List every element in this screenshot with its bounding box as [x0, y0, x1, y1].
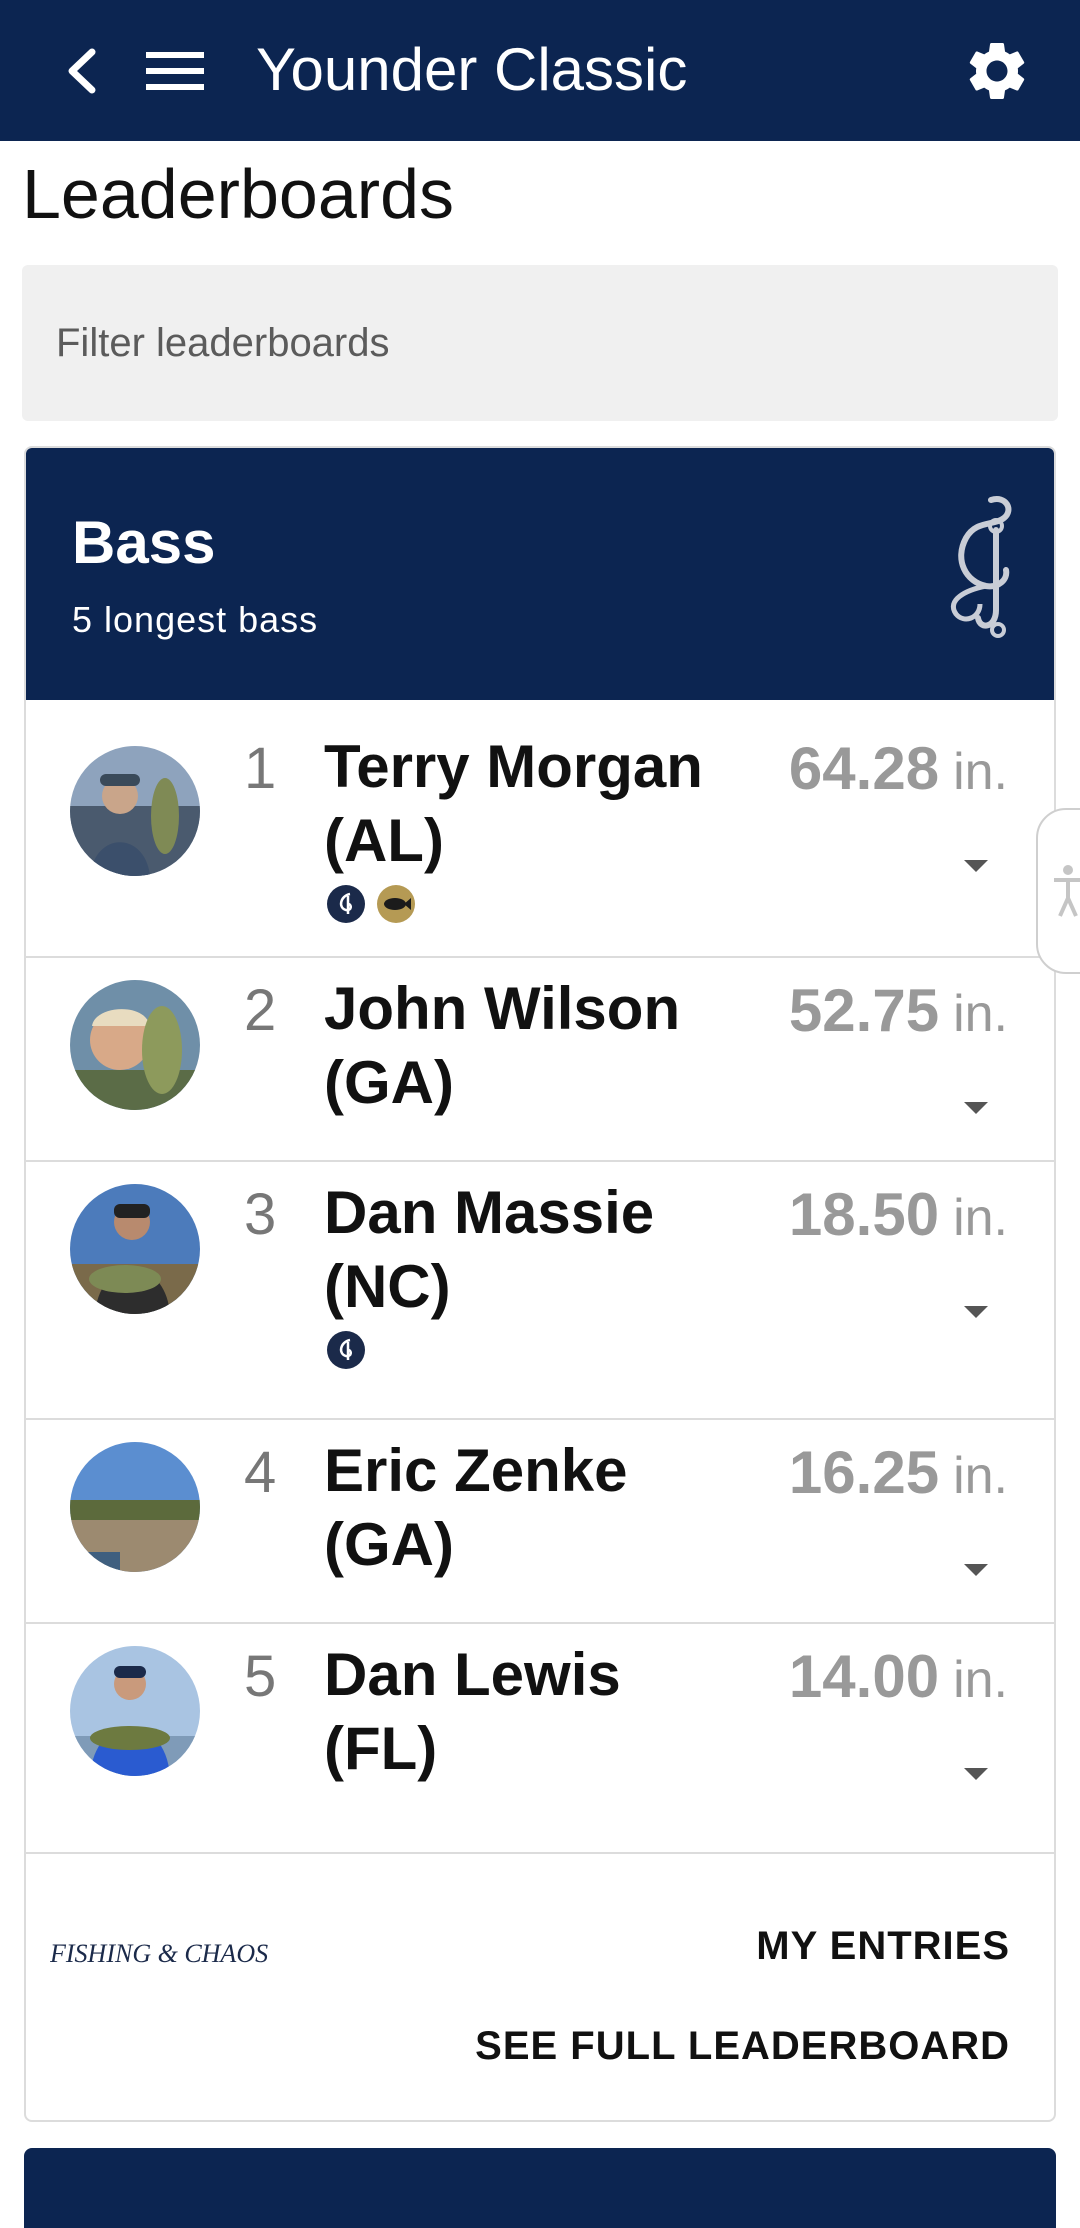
- avatar: [70, 1184, 200, 1314]
- catch-value: 52.75 in.: [789, 976, 1008, 1049]
- catch-value: 14.00 in.: [789, 1642, 1008, 1715]
- leaderboard-row[interactable]: 4 Eric Zenke (GA) 16.25 in.: [26, 1420, 1054, 1624]
- expand-caret-icon[interactable]: [964, 1768, 988, 1780]
- angler-name: Terry Morgan (AL): [324, 733, 703, 874]
- catch-unit: in.: [953, 1189, 1008, 1247]
- next-leaderboard-card-header[interactable]: [24, 2148, 1056, 2228]
- catch-length: 64.28: [788, 735, 940, 802]
- leaderboard-card: Bass 5 longest bass 1 Terry Morgan (AL) …: [24, 446, 1056, 2122]
- fish-badge-icon: [377, 885, 415, 923]
- expand-caret-icon[interactable]: [964, 1564, 988, 1576]
- expand-caret-icon[interactable]: [964, 1102, 988, 1114]
- angler-name: Eric Zenke (GA): [324, 1437, 628, 1578]
- leaderboard-title: Bass: [72, 509, 216, 576]
- page-title: Leaderboards: [22, 155, 454, 233]
- rank: 1: [244, 736, 277, 801]
- see-full-leaderboard-button[interactable]: SEE FULL LEADERBOARD: [475, 2024, 1010, 2069]
- avatar: [70, 980, 200, 1110]
- accessibility-icon: [1054, 865, 1080, 917]
- app-bar: Younder Classic: [0, 0, 1080, 141]
- angler-name: Dan Lewis (FL): [324, 1641, 621, 1782]
- rank: 5: [244, 1644, 277, 1709]
- fishing-chaos-hook-logo-icon: [951, 496, 1012, 638]
- menu-icon[interactable]: [146, 50, 204, 92]
- fc-badge-icon: [327, 1331, 365, 1369]
- catch-unit: in.: [953, 1651, 1008, 1709]
- my-entries-button[interactable]: MY ENTRIES: [756, 1924, 1010, 1969]
- catch-length: 16.25: [788, 1439, 940, 1506]
- angler-name: John Wilson (GA): [324, 975, 681, 1116]
- catch-value: 64.28 in.: [789, 734, 1008, 807]
- fc-badge-icon: [327, 885, 365, 923]
- app-title: Younder Classic: [256, 36, 688, 103]
- avatar: [70, 1442, 200, 1572]
- filter-input[interactable]: [22, 265, 1058, 421]
- avatar: [70, 746, 200, 876]
- catch-unit: in.: [953, 985, 1008, 1043]
- accessibility-tab[interactable]: [1036, 808, 1080, 974]
- avatar: [70, 1646, 200, 1776]
- expand-caret-icon[interactable]: [964, 1306, 988, 1318]
- rank: 2: [244, 978, 277, 1043]
- catch-length: 52.75: [788, 977, 940, 1044]
- catch-unit: in.: [953, 1447, 1008, 1505]
- rank: 4: [244, 1440, 277, 1505]
- rank: 3: [244, 1182, 277, 1247]
- catch-length: 18.50: [788, 1181, 940, 1248]
- back-icon[interactable]: [58, 44, 108, 98]
- leaderboard-row[interactable]: 2 John Wilson (GA) 52.75 in.: [26, 958, 1054, 1162]
- leaderboard-row[interactable]: 5 Dan Lewis (FL) 14.00 in.: [26, 1624, 1054, 1854]
- angler-name: Dan Massie (NC): [324, 1179, 655, 1320]
- expand-caret-icon[interactable]: [964, 860, 988, 872]
- leaderboard-subtitle: 5 longest bass: [72, 599, 319, 640]
- leaderboard-row[interactable]: 3 Dan Massie (NC) 18.50 in.: [26, 1162, 1054, 1420]
- leaderboard-header[interactable]: Bass 5 longest bass: [26, 448, 1054, 700]
- leaderboard-list: 1 Terry Morgan (AL) 64.28 in. 2 John Wil…: [26, 700, 1054, 1854]
- catch-value: 16.25 in.: [789, 1438, 1008, 1511]
- leaderboard-row[interactable]: 1 Terry Morgan (AL) 64.28 in.: [26, 700, 1054, 958]
- catch-length: 14.00: [788, 1643, 940, 1710]
- catch-unit: in.: [953, 743, 1008, 801]
- fishing-chaos-logo: FISHING & CHAOS: [50, 1939, 268, 1968]
- fishing-chaos-logo-text: FISHING & CHAOS: [50, 1939, 268, 1968]
- gear-icon[interactable]: [962, 36, 1032, 106]
- catch-value: 18.50 in.: [789, 1180, 1008, 1253]
